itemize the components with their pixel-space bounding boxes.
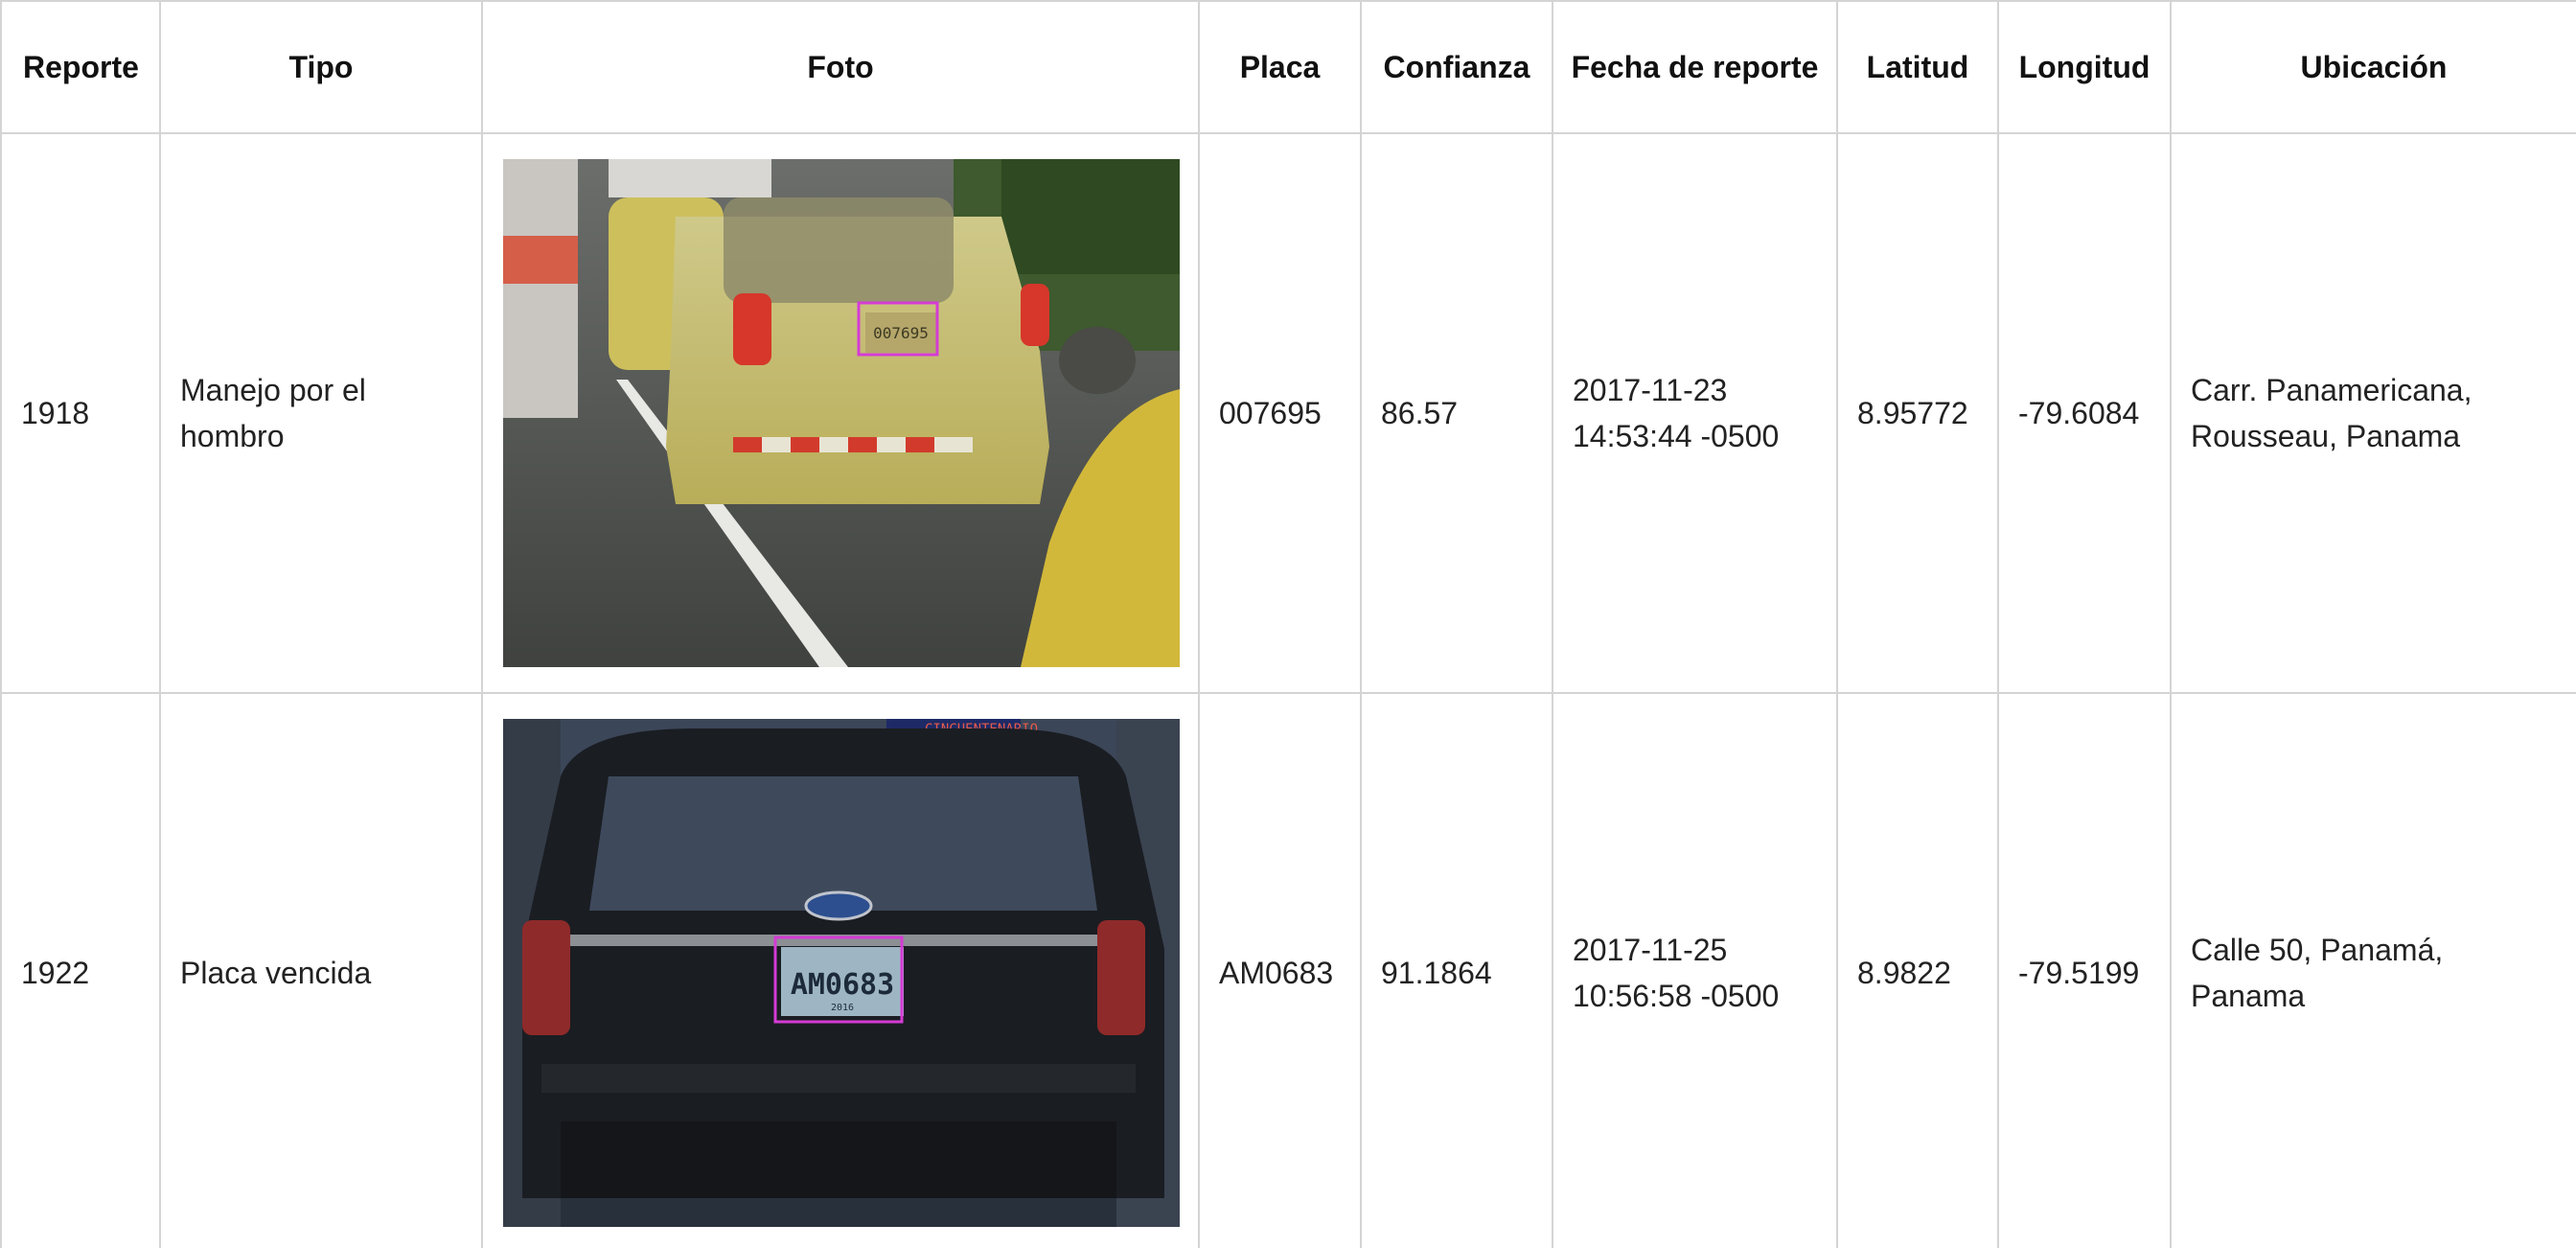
cell-tipo: Manejo por el hombro bbox=[159, 132, 483, 694]
cell-longitud: -79.5199 bbox=[1997, 692, 2172, 1248]
photo-plate-text: 007695 bbox=[873, 324, 929, 342]
cell-fecha: 2017-11-25 10:56:58 -0500 bbox=[1552, 692, 1838, 1248]
cell-reporte: 1918 bbox=[0, 132, 161, 694]
photo-plate-year: 2016 bbox=[831, 1003, 854, 1013]
table-row[interactable]: 1922 Placa vencida CINCUENTENARIO bbox=[0, 692, 2576, 1248]
cell-tipo: Placa vencida bbox=[159, 692, 483, 1248]
cell-placa: AM0683 bbox=[1198, 692, 1362, 1248]
cell-longitud: -79.6084 bbox=[1997, 132, 2172, 694]
photo-plate-text: AM0683 bbox=[791, 968, 894, 1002]
column-header-ubicacion[interactable]: Ubicación bbox=[2170, 0, 2576, 134]
column-header-longitud[interactable]: Longitud bbox=[1997, 0, 2172, 134]
column-header-latitud[interactable]: Latitud bbox=[1836, 0, 1999, 134]
cell-latitud: 8.9822 bbox=[1836, 692, 1999, 1248]
cell-placa: 007695 bbox=[1198, 132, 1362, 694]
cell-ubicacion: Carr. Panamericana, Rousseau, Panama bbox=[2170, 132, 2576, 694]
column-header-placa[interactable]: Placa bbox=[1198, 0, 1362, 134]
column-header-reporte[interactable]: Reporte bbox=[0, 0, 161, 134]
reports-table: Reporte Tipo Foto Placa Confianza Fecha … bbox=[0, 0, 2576, 1248]
rainy-traffic-taxi-photo[interactable]: 007695 bbox=[503, 159, 1180, 667]
cell-fecha: 2017-11-23 14:53:44 -0500 bbox=[1552, 132, 1838, 694]
table-header-row: Reporte Tipo Foto Placa Confianza Fecha … bbox=[0, 0, 2576, 134]
cell-foto: 007695 bbox=[481, 132, 1200, 694]
table-row[interactable]: 1918 Manejo por el hombro 007695 007695 … bbox=[0, 132, 2576, 694]
cell-ubicacion: Calle 50, Panamá, Panama bbox=[2170, 692, 2576, 1248]
cell-confianza: 91.1864 bbox=[1360, 692, 1553, 1248]
black-suv-rear-photo[interactable]: CINCUENTENARIO bbox=[503, 719, 1180, 1227]
cell-latitud: 8.95772 bbox=[1836, 132, 1999, 694]
column-header-confianza[interactable]: Confianza bbox=[1360, 0, 1553, 134]
cell-confianza: 86.57 bbox=[1360, 132, 1553, 694]
column-header-tipo[interactable]: Tipo bbox=[159, 0, 483, 134]
column-header-foto[interactable]: Foto bbox=[481, 0, 1200, 134]
cell-reporte: 1922 bbox=[0, 692, 161, 1248]
cell-foto: CINCUENTENARIO bbox=[481, 692, 1200, 1248]
column-header-fecha[interactable]: Fecha de reporte bbox=[1552, 0, 1838, 134]
